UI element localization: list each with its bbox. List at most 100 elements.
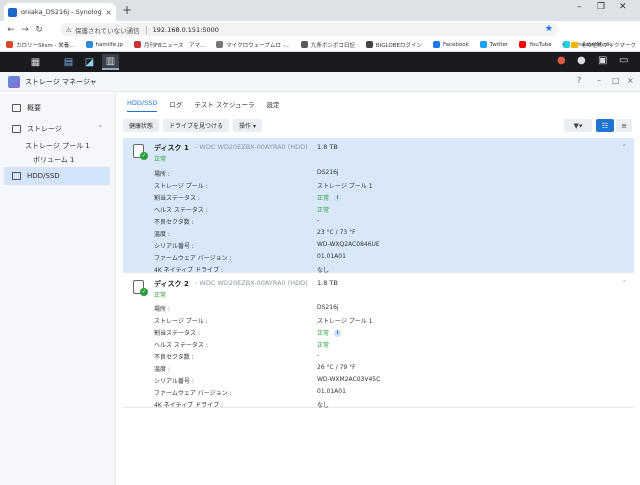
chevron-up-icon[interactable]: ˄ bbox=[623, 144, 627, 152]
bookmark-item[interactable]: Facebook bbox=[432, 41, 469, 48]
overview-icon bbox=[12, 104, 21, 112]
close-button[interactable]: × bbox=[627, 76, 634, 85]
property-label: 温度 : bbox=[154, 366, 170, 373]
address-url[interactable]: 192.168.0.151:5000 bbox=[153, 26, 219, 34]
user-icon[interactable]: ● bbox=[577, 55, 586, 66]
property-value: 23 °C / 73 °F bbox=[317, 229, 356, 236]
property-label: ヘルス ステータス : bbox=[154, 342, 208, 349]
bookmark-item[interactable]: カロリーSlism - 栄養... bbox=[6, 41, 75, 49]
bookmark-favicon-icon bbox=[216, 41, 224, 48]
maximize-button[interactable]: □ bbox=[612, 76, 620, 85]
disk-capacity: 1.8 TB bbox=[317, 279, 338, 287]
tab-test-scheduler[interactable]: テスト スケジューラ bbox=[194, 99, 254, 112]
bookmark-label: Twitter bbox=[489, 41, 509, 48]
help-button[interactable]: ? bbox=[577, 76, 581, 85]
chevron-up-icon[interactable]: ˄ bbox=[99, 125, 103, 133]
bookmark-item[interactable]: 月刊FBニュース アマ... bbox=[133, 41, 206, 49]
bookmark-label: カロリーSlism - 栄養... bbox=[16, 42, 75, 49]
bookmark-item[interactable]: BIGLOBEログイン bbox=[365, 41, 422, 49]
property-label: 4K ネイティブ ドライブ : bbox=[154, 402, 224, 409]
minimize-button[interactable]: – bbox=[597, 76, 601, 85]
bookmark-favicon-icon bbox=[6, 41, 13, 48]
bookmark-favicon-icon bbox=[300, 41, 308, 48]
search-icon[interactable]: ▭ bbox=[619, 55, 628, 66]
bookmark-item[interactable]: Twitter bbox=[479, 41, 509, 48]
property-label: ファームウェア バージョン : bbox=[154, 390, 232, 397]
reload-icon[interactable]: ↻ bbox=[32, 25, 46, 35]
bookmarks-overflow-icon[interactable]: » bbox=[562, 42, 565, 48]
bookmark-item[interactable]: hamlife.jp bbox=[85, 41, 123, 48]
notification-icon[interactable]: ● bbox=[557, 55, 566, 66]
bookmark-item[interactable]: YouTube bbox=[519, 41, 552, 48]
main-panel: HDD/SSD ログ テスト スケジューラ 設定 健康状態 ドライブを見つける … bbox=[117, 93, 640, 485]
address-bar[interactable]: ⚠ 保護されていない通信 192.168.0.151:5000 ★ bbox=[60, 23, 558, 36]
action-dropdown-button[interactable]: 操作 ▾ bbox=[233, 119, 262, 132]
sidebar-item-label: HDD/SSD bbox=[27, 172, 60, 180]
storage-manager-taskbar-icon[interactable]: ▥ bbox=[102, 54, 119, 70]
bookmark-star-icon[interactable]: ★ bbox=[545, 24, 553, 34]
browser-tab[interactable]: oniaka_DS216j - Synology DiskStation × bbox=[4, 3, 116, 21]
property-value: ストレージ プール 1 bbox=[317, 318, 373, 325]
filter-icon[interactable]: ▼▾ bbox=[564, 119, 592, 132]
folder-icon bbox=[570, 42, 578, 48]
property-value: DS216j bbox=[317, 304, 339, 311]
disk-card[interactable]: ✓ ディスク 2 - WDC WD20EZBX-00AYRA0 (HDD) 1.… bbox=[123, 274, 634, 409]
info-icon[interactable]: i bbox=[334, 195, 342, 202]
disk-name: ディスク 1 bbox=[154, 144, 189, 152]
forward-arrow-icon[interactable]: → bbox=[18, 25, 32, 35]
sidebar-item-volume[interactable]: ボリューム 1 bbox=[33, 155, 74, 165]
bookmark-label: 月刊FBニュース アマ... bbox=[143, 42, 206, 49]
window-close-icon[interactable]: ✕ bbox=[619, 2, 627, 12]
tab-close-icon[interactable]: × bbox=[105, 8, 112, 17]
disk-card[interactable]: ✓ ディスク 1 - WDC WD20EZBX-00AYRA0 (HDD) 1.… bbox=[123, 138, 634, 274]
new-tab-button[interactable]: + bbox=[122, 3, 132, 17]
list-view-icon[interactable]: ≡ bbox=[616, 119, 632, 132]
bookmark-favicon-icon bbox=[133, 41, 141, 48]
bookmark-item[interactable]: マイクロウェーブムロ -... bbox=[216, 41, 290, 49]
chevron-up-icon[interactable]: ˄ bbox=[623, 280, 627, 288]
bookmark-label: Facebook bbox=[442, 41, 469, 48]
other-bookmarks[interactable]: » その他のブックマーク bbox=[562, 41, 636, 49]
tab-hdd-ssd[interactable]: HDD/SSD bbox=[127, 99, 158, 112]
disk-name: ディスク 2 bbox=[154, 280, 189, 288]
property-value: - bbox=[317, 217, 320, 224]
property-value: WD-WXM2AC03V45C bbox=[317, 376, 381, 383]
disk-model: - WDC WD20EZBX-00AYRA0 (HDD) bbox=[195, 279, 308, 287]
control-panel-icon[interactable]: ◪ bbox=[81, 54, 98, 70]
file-station-icon[interactable]: ▤ bbox=[60, 54, 77, 70]
other-bookmarks-label: その他のブックマーク bbox=[580, 43, 636, 49]
disk-model: - WDC WD20EZBX-00AYRA0 (HDD) bbox=[195, 143, 308, 151]
property-value: DS216j bbox=[317, 169, 339, 176]
synology-favicon-icon bbox=[8, 7, 17, 17]
sidebar-item-storage[interactable]: ストレージ ˄ bbox=[4, 120, 110, 138]
find-drive-button[interactable]: ドライブを見つける bbox=[163, 119, 230, 132]
warning-triangle-icon: ⚠ bbox=[66, 25, 72, 34]
health-status-button[interactable]: 健康状態 bbox=[123, 119, 160, 132]
property-label: 場所 : bbox=[154, 306, 170, 313]
sidebar-item-overview[interactable]: 概要 bbox=[4, 99, 110, 117]
property-value: 正常 bbox=[317, 207, 330, 214]
back-arrow-icon[interactable]: ← bbox=[4, 25, 18, 35]
window-restore-icon[interactable]: ❐ bbox=[597, 2, 605, 12]
not-secure-label: 保護されていない通信 bbox=[74, 26, 140, 35]
main-menu-grid-icon[interactable]: ▦ bbox=[27, 54, 44, 70]
widgets-icon[interactable]: ▣ bbox=[598, 55, 607, 66]
sidebar-item-hdd-ssd[interactable]: HDD/SSD bbox=[4, 167, 110, 185]
storage-icon bbox=[12, 125, 21, 133]
detail-view-icon[interactable]: ☷ bbox=[596, 119, 614, 132]
property-label: 場所 : bbox=[154, 171, 170, 178]
property-value: なし bbox=[317, 267, 330, 274]
property-value: なし bbox=[317, 402, 330, 409]
sidebar-item-storage-pool[interactable]: ストレージ プール 1 bbox=[25, 141, 90, 151]
window-title: ストレージ マネージャ bbox=[25, 77, 97, 86]
property-label: 温度 : bbox=[154, 231, 170, 238]
address-divider bbox=[145, 25, 147, 34]
tab-settings[interactable]: 設定 bbox=[266, 99, 279, 112]
dsm-taskbar: ▦ ▤ ◪ ▥ ● ● ▣ ▭ bbox=[0, 52, 640, 72]
property-value: 26 °C / 79 °F bbox=[317, 364, 356, 371]
bookmark-item[interactable]: 九条ボンボコ日記 bbox=[300, 41, 355, 49]
tab-log[interactable]: ログ bbox=[169, 99, 182, 112]
property-value: 01.01A01 bbox=[317, 388, 346, 395]
window-minimize-icon[interactable]: – bbox=[577, 2, 582, 12]
info-icon[interactable]: i bbox=[334, 330, 342, 337]
